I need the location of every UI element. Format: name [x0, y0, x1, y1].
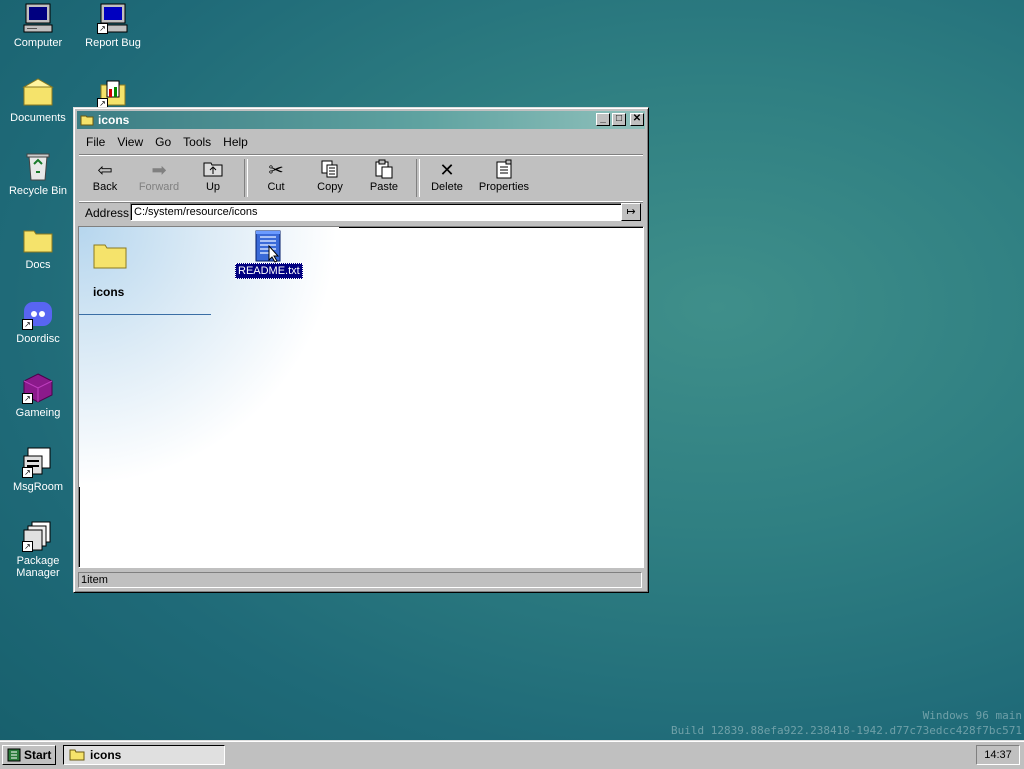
desktop-icon-label: Doordisc — [16, 333, 60, 345]
toolbar-separator — [416, 159, 420, 197]
gameing-icon: ↗ — [22, 372, 54, 404]
text-file-icon — [254, 229, 282, 263]
folder-icon — [69, 749, 85, 761]
report-bug-icon: ↗ — [97, 2, 129, 34]
watermark-line-1: Windows 96 main — [922, 709, 1022, 722]
forward-label: Forward — [138, 181, 180, 193]
setup-program-icon: ↗ — [97, 77, 129, 109]
scissors-icon: ✂ — [268, 160, 284, 180]
paste-button[interactable]: Paste — [358, 159, 410, 199]
menu-help[interactable]: Help — [217, 133, 254, 151]
cut-label: Cut — [267, 181, 285, 193]
clock[interactable]: 14:37 — [976, 745, 1020, 765]
desktop-icon-docs[interactable]: Docs — [0, 224, 76, 271]
start-logo-icon — [7, 748, 21, 762]
build-watermark: Windows 96 main Build 12839.88efa922.238… — [671, 708, 1022, 738]
menu-file[interactable]: File — [80, 133, 111, 151]
documents-folder-icon — [22, 77, 54, 109]
watermark-line-2: Build 12839.88efa922.238418-1942.d77c73e… — [671, 724, 1022, 737]
shortcut-arrow-icon: ↗ — [22, 467, 33, 478]
side-panel-title: icons — [93, 285, 125, 299]
back-label: Back — [92, 181, 118, 193]
desktop-icon-computer[interactable]: Computer — [0, 2, 76, 49]
file-name: README.txt — [235, 263, 303, 279]
properties-icon — [475, 159, 533, 181]
toolbar-separator — [244, 159, 248, 197]
menu-bar: File View Go Tools Help — [80, 133, 254, 151]
close-button[interactable]: ✕ — [630, 113, 644, 126]
back-arrow-icon: ⇦ — [97, 160, 113, 180]
desktop-icon-gameing[interactable]: ↗ Gameing — [0, 372, 76, 419]
address-input[interactable] — [130, 203, 622, 221]
paste-label: Paste — [369, 181, 399, 193]
cut-button[interactable]: ✂ Cut — [250, 159, 302, 199]
taskbar: Start icons 14:37 — [0, 740, 1024, 769]
desktop-icon-label: Package Manager — [16, 555, 60, 579]
shortcut-arrow-icon: ↗ — [22, 319, 33, 330]
status-bar: 1item — [78, 571, 644, 589]
desktop-icon-documents[interactable]: Documents — [0, 77, 76, 124]
folder-icon — [93, 244, 127, 269]
desktop-icon-label: Computer — [13, 37, 63, 49]
desktop-icon-msgroom[interactable]: ↗ MsgRoom — [0, 446, 76, 493]
paste-icon — [358, 159, 410, 181]
start-button[interactable]: Start — [2, 745, 56, 765]
delete-button[interactable]: ✕ Delete — [421, 159, 473, 199]
copy-icon — [304, 159, 356, 181]
msgroom-icon: ↗ — [22, 446, 54, 478]
forward-arrow-icon: ➡ — [151, 160, 167, 180]
desktop-icon-package-manager[interactable]: ↗ Package Manager — [0, 520, 76, 579]
file-view: icons README.txt — [78, 226, 644, 568]
package-manager-icon: ↗ — [22, 520, 54, 552]
shortcut-arrow-icon: ↗ — [22, 393, 33, 404]
title-bar[interactable]: icons _ □ ✕ — [77, 111, 645, 129]
status-text: 1item — [78, 572, 642, 588]
desktop-icon-label: Documents — [10, 112, 66, 124]
start-label: Start — [24, 748, 52, 762]
desktop-icon-label: Report Bug — [85, 37, 141, 49]
desktop-icon-recycle-bin[interactable]: Recycle Bin — [0, 150, 76, 197]
up-label: Up — [205, 181, 221, 193]
taskbar-window-button[interactable]: icons — [63, 745, 225, 765]
desktop-icon-label: Recycle Bin — [8, 185, 68, 197]
explorer-window: icons _ □ ✕ File View Go Tools Help ⇦ Ba… — [73, 107, 649, 593]
delete-x-icon: ✕ — [439, 160, 455, 180]
side-panel-divider — [79, 314, 211, 315]
folder-icon — [22, 224, 54, 256]
recycle-bin-icon — [22, 150, 54, 182]
shortcut-arrow-icon: ↗ — [97, 23, 108, 34]
address-label: Address — [85, 206, 130, 220]
doordisc-icon: ↗ — [22, 298, 54, 330]
menu-view[interactable]: View — [111, 133, 149, 151]
address-bar: Address ↦ — [79, 202, 643, 224]
desktop-icon-report-bug[interactable]: ↗ Report Bug — [75, 2, 151, 49]
forward-button[interactable]: ➡ Forward — [133, 159, 185, 199]
file-item[interactable]: README.txt — [235, 229, 303, 279]
folder-icon — [80, 115, 94, 126]
toolbar: ⇦ Back ➡ Forward Up ✂ Cut Copy Paste ✕ D… — [79, 154, 643, 202]
menu-go[interactable]: Go — [149, 133, 177, 151]
properties-label: Properties — [478, 181, 530, 193]
mouse-cursor-icon — [268, 245, 280, 263]
minimize-button[interactable]: _ — [596, 113, 610, 126]
copy-label: Copy — [317, 181, 343, 193]
go-button[interactable]: ↦ — [621, 203, 641, 221]
desktop-icon-label: MsgRoom — [12, 481, 64, 493]
window-title: icons — [98, 113, 130, 127]
menu-tools[interactable]: Tools — [177, 133, 217, 151]
desktop-icon-label: Docs — [25, 259, 51, 271]
properties-button[interactable]: Properties — [475, 159, 533, 199]
delete-label: Delete — [431, 181, 463, 193]
computer-icon — [22, 2, 54, 34]
up-folder-icon — [187, 159, 239, 181]
up-button[interactable]: Up — [187, 159, 239, 199]
go-arrow-icon: ↦ — [626, 206, 636, 218]
shortcut-arrow-icon: ↗ — [22, 541, 33, 552]
desktop-icon-label: Gameing — [15, 407, 61, 419]
copy-button[interactable]: Copy — [304, 159, 356, 199]
desktop-icon-doordisc[interactable]: ↗ Doordisc — [0, 298, 76, 345]
back-button[interactable]: ⇦ Back — [79, 159, 131, 199]
maximize-button[interactable]: □ — [612, 113, 626, 126]
taskbar-window-label: icons — [90, 748, 122, 762]
